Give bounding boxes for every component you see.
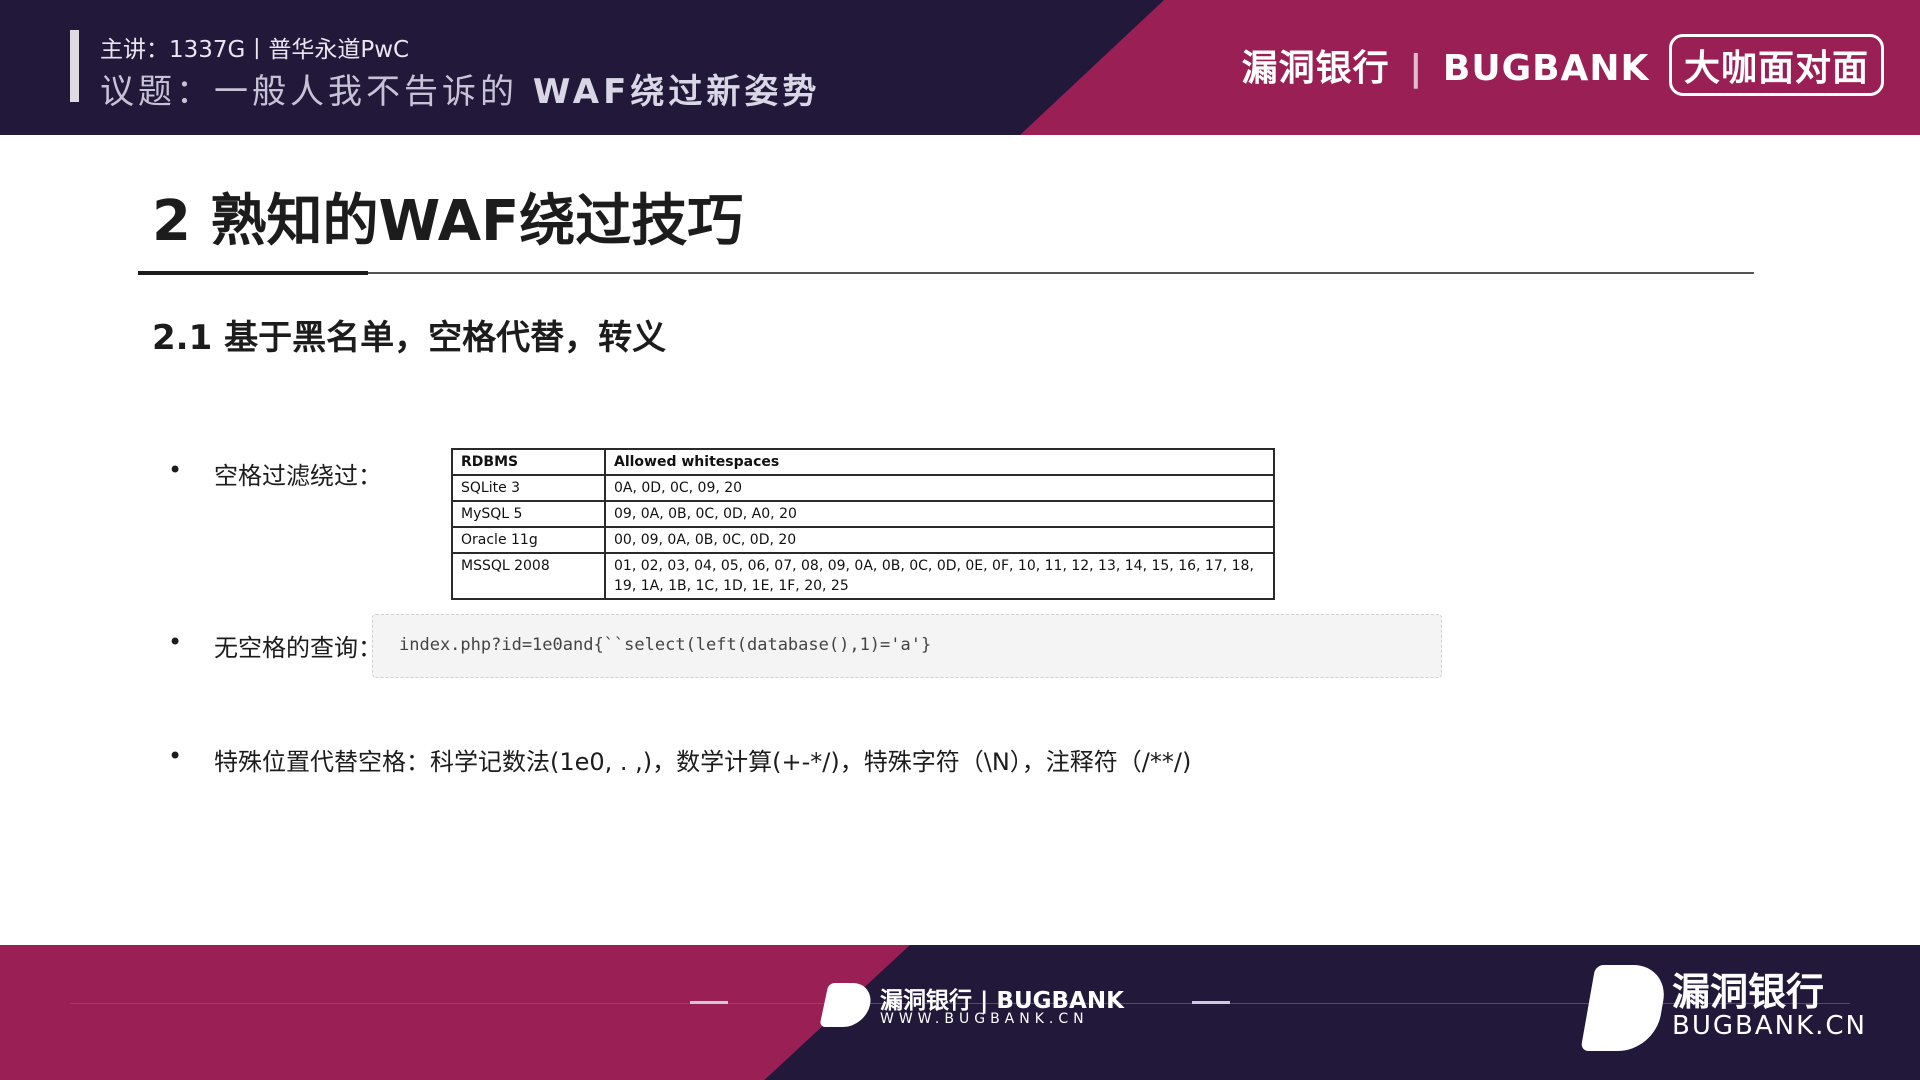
bullet-label: 空格过滤绕过： [214, 462, 382, 490]
table-row: MSSQL 2008 01, 02, 03, 04, 05, 06, 07, 0… [451, 552, 1275, 600]
table-cell: MySQL 5 [451, 500, 606, 528]
table-cell: MSSQL 2008 [451, 552, 606, 600]
bottom-banner: 漏洞银行 | BUGBANK WWW.BUGBANK.CN 漏洞银行 BUGBA… [0, 945, 1920, 1080]
brand-top-badge: 大咖面对面 [1668, 34, 1884, 96]
code-text: index.php?id=1e0and{``select(left(databa… [399, 635, 932, 655]
table-header-cell: Allowed whitespaces [604, 448, 1275, 476]
brand-top-logo: 漏洞银行 | BUGBANK 大咖面对面 [1242, 34, 1884, 96]
brand-top-cn: 漏洞银行 [1241, 48, 1390, 89]
table-row: Oracle 11g 00, 09, 0A, 0B, 0C, 0D, 20 [451, 526, 1275, 554]
footer-dash [1192, 1001, 1230, 1004]
table-cell: 01, 02, 03, 04, 05, 06, 07, 08, 09, 0A, … [604, 552, 1275, 600]
table-header-cell: RDBMS [451, 448, 606, 476]
bullet-label: 特殊位置代替空格：科学记数法(1e0, . ,)，数学计算(+-*/)，特殊字符… [214, 748, 1192, 776]
bullet-special-positions: • 特殊位置代替空格：科学记数法(1e0, . ,)，数学计算(+-*/)，特殊… [168, 742, 1192, 777]
bugbank-logo-large-icon [1580, 965, 1670, 1051]
bugbank-logo-icon [819, 983, 875, 1027]
top-banner: 主讲：1337G丨普华永道PwC 议题：一般人我不告诉的 WAF绕过新姿势 漏洞… [0, 0, 1920, 135]
footer-brand: 漏洞银行 | BUGBANK [880, 988, 1124, 1014]
table-row: SQLite 3 0A, 0D, 0C, 09, 20 [451, 474, 1275, 502]
brand-top-en: BUGBANK [1442, 48, 1650, 89]
slide-subtitle: 2.1 基于黑名单，空格代替，转义 [152, 318, 667, 358]
table-cell: 00, 09, 0A, 0B, 0C, 0D, 20 [604, 526, 1275, 554]
table-cell: 0A, 0D, 0C, 09, 20 [604, 474, 1275, 502]
accent-bar [70, 30, 79, 102]
whitespace-table: RDBMS Allowed whitespaces SQLite 3 0A, 0… [451, 448, 1275, 600]
title-divider-accent [138, 271, 368, 275]
bullet-label: 无空格的查询： [214, 634, 382, 662]
brand-separator: | [1409, 48, 1424, 89]
table-row: MySQL 5 09, 0A, 0B, 0C, 0D, A0, 20 [451, 500, 1275, 528]
code-block: index.php?id=1e0and{``select(left(databa… [372, 614, 1442, 678]
table-cell: 09, 0A, 0B, 0C, 0D, A0, 20 [604, 500, 1275, 528]
speaker-line: 主讲：1337G丨普华永道PwC [100, 37, 410, 63]
slide-title: 2 熟知的WAF绕过技巧 [152, 189, 744, 254]
topic-line: 议题：一般人我不告诉的 WAF绕过新姿势 [100, 64, 820, 113]
table-header-row: RDBMS Allowed whitespaces [451, 448, 1275, 476]
bullet-dot: • [168, 628, 183, 656]
banner-diagonal [0, 945, 910, 1080]
bullet-no-space-query: • 无空格的查询： [168, 628, 382, 663]
table-cell: SQLite 3 [451, 474, 606, 502]
bullet-whitespace-bypass: • 空格过滤绕过： [168, 456, 382, 491]
footer-dash [690, 1001, 728, 1004]
topic-highlight: WAF绕过新姿势 [532, 72, 821, 112]
table-cell: Oracle 11g [451, 526, 606, 554]
bullet-dot: • [168, 742, 183, 770]
footer-brand-right: 漏洞银行 [1672, 970, 1825, 1014]
footer-url-right: BUGBANK.CN [1672, 1011, 1868, 1041]
title-divider [138, 272, 1754, 274]
topic-prefix: 议题：一般人我不告诉的 [100, 72, 518, 112]
bullet-dot: • [168, 456, 183, 484]
footer-url: WWW.BUGBANK.CN [880, 1011, 1089, 1027]
